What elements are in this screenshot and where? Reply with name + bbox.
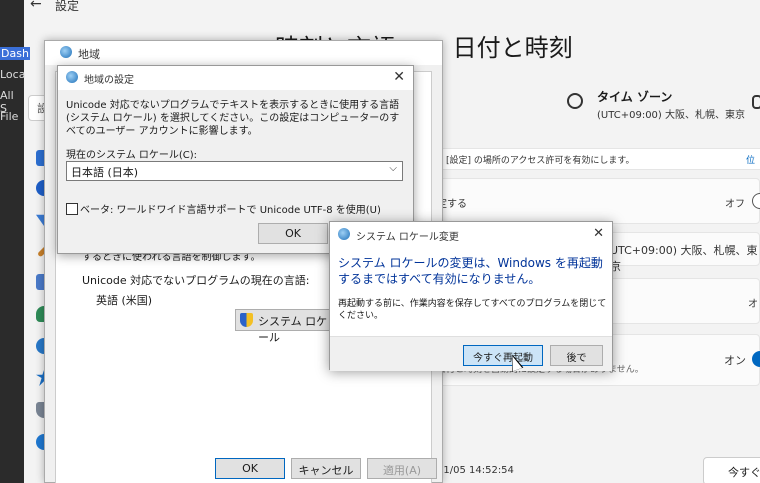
timezone-value: (UTC+09:00) 大阪、札幌、東京 xyxy=(597,110,746,121)
notice-text: 、[設定] の場所のアクセス許可を有効にします。 xyxy=(437,156,635,166)
chevron-down-icon: ⌵ xyxy=(389,163,397,174)
locale-description: Unicode 対応でないプログラムでテキストを表示するときに使用する言語 (シ… xyxy=(66,100,400,137)
region-titlebar: 地域 xyxy=(45,41,442,65)
locale-change-title: システム ロケール変更 xyxy=(356,232,459,243)
locale-change-icon xyxy=(338,228,350,240)
region-apply-button[interactable]: 適用(A) xyxy=(367,458,437,479)
system-locale-select[interactable]: 日本語 (日本) ⌵ xyxy=(66,161,403,181)
settings-titlebar: ← 設定 xyxy=(0,0,760,14)
current-lang-label: Unicode 対応でないプログラムの現在の言語: xyxy=(82,274,310,287)
last-sync-time: 11/05 14:52:54 xyxy=(437,465,514,476)
timezone-label: タイム ゾーン xyxy=(597,90,673,104)
device-icon xyxy=(752,95,760,109)
left-item-file[interactable]: File xyxy=(0,110,18,123)
regional-settings-title: 地域の設定 xyxy=(84,75,134,86)
settings-app-title: 設定 xyxy=(55,0,80,13)
left-item-dash[interactable]: Dash xyxy=(0,47,30,60)
later-button[interactable]: 後で xyxy=(550,345,603,366)
left-item-loca[interactable]: Loca xyxy=(0,68,25,81)
region-globe-icon xyxy=(60,46,72,58)
restart-now-button[interactable]: 今すぐ再起動 xyxy=(463,345,543,366)
region-cancel-button[interactable]: キャンセル xyxy=(291,458,361,479)
system-locale-value: 日本語 (日本) xyxy=(71,166,139,179)
notice-link[interactable]: 位 xyxy=(746,153,755,166)
close-icon[interactable]: ✕ xyxy=(393,69,405,85)
toggle-off-label: オフ xyxy=(725,199,745,210)
sync-now-button[interactable]: 今すぐ xyxy=(703,457,760,483)
left-app-strip: Dash Loca All S File xyxy=(0,0,30,483)
regional-settings-titlebar: 地域の設定 ✕ xyxy=(58,66,413,90)
globe-clock-icon xyxy=(567,93,583,109)
dst-toggle-label: オ xyxy=(748,299,758,310)
regional-settings-icon xyxy=(66,71,78,83)
auto-time-card xyxy=(437,178,760,224)
utf8-beta-checkbox[interactable] xyxy=(66,203,78,215)
current-locale-label: 現在のシステム ロケール(C): xyxy=(66,150,198,161)
toggle-on-label: オン xyxy=(724,354,746,367)
locale-change-dialog: システム ロケール変更 ✕ システム ロケールの変更は、Windows を再起動… xyxy=(329,221,613,371)
timezone-select-value[interactable]: UTC+09:00) 大阪、札幌、東京 xyxy=(610,242,760,274)
region-ok-button[interactable]: OK xyxy=(215,458,285,479)
utf8-beta-label[interactable]: ベータ: ワールドワイド言語サポートで Unicode UTF-8 を使用(U) xyxy=(80,201,381,216)
current-lang-value: 英語 (米国) xyxy=(96,294,153,307)
uac-shield-icon xyxy=(240,313,253,327)
restart-sub-message: 再起動する前に、作業内容を保存してすべてのプログラムを閉じてください。 xyxy=(338,299,607,321)
region-title: 地域 xyxy=(78,48,100,61)
locale-change-titlebar: システム ロケール変更 ✕ xyxy=(330,222,612,246)
regional-settings-ok-button[interactable]: OK xyxy=(258,223,328,244)
change-system-locale-button[interactable]: システム ロケール xyxy=(235,309,335,344)
restart-main-message: システム ロケールの変更は、Windows を再起動するまではすべて有効になりま… xyxy=(338,256,603,286)
back-arrow-icon[interactable]: ← xyxy=(30,0,42,12)
close-icon[interactable]: ✕ xyxy=(593,226,604,241)
